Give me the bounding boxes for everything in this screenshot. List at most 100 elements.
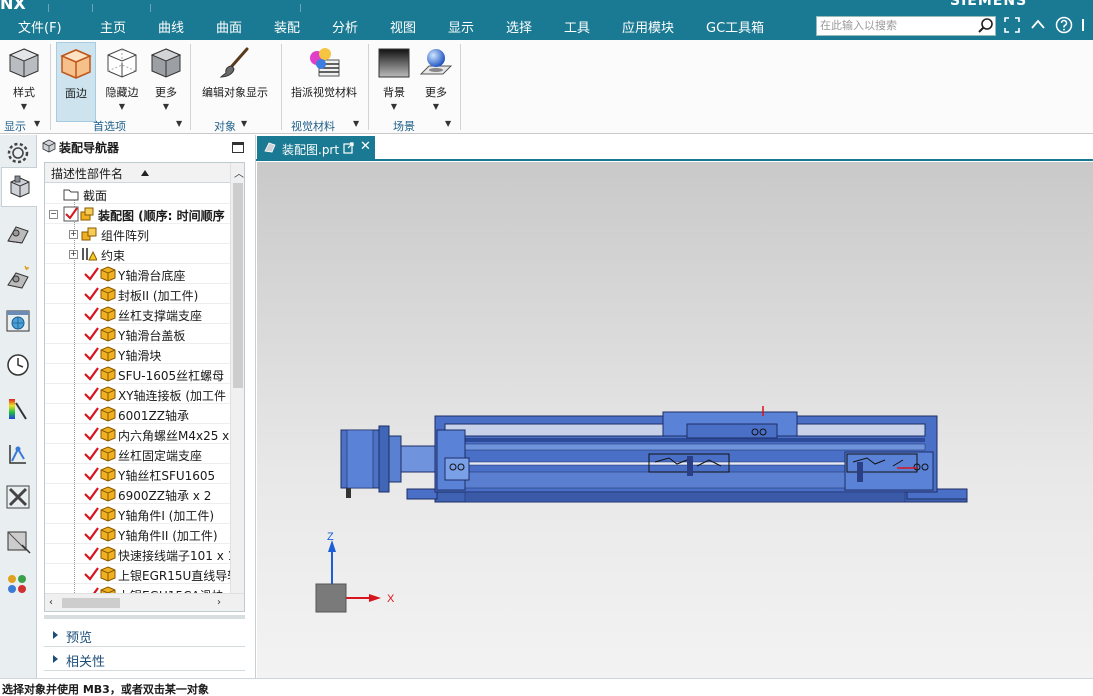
tree-row-part[interactable]: 丝杠支撑端支座 — [45, 304, 230, 324]
scrollbar-thumb[interactable] — [62, 598, 120, 608]
tab-select[interactable]: 选择 — [506, 17, 532, 36]
tree-row-part[interactable]: SFU-1605丝杠螺母 — [45, 364, 230, 384]
constraint-navigator-icon[interactable] — [4, 219, 32, 247]
tab-display[interactable]: 显示 — [441, 17, 481, 42]
checkmark-icon[interactable] — [83, 386, 99, 402]
shaded-with-edges-button[interactable]: 面边 — [56, 42, 96, 122]
group-dropdown-icon[interactable]: ▼ — [176, 119, 182, 128]
tree-row-part[interactable]: 快速接线端子101 x 1 — [45, 544, 230, 564]
checkmark-icon[interactable] — [83, 566, 99, 582]
tab-applications[interactable]: 应用模块 — [622, 17, 674, 36]
collapse-icon[interactable]: − — [49, 210, 58, 219]
scroll-right-icon[interactable]: › — [217, 597, 221, 608]
part-navigator-icon[interactable] — [4, 263, 32, 291]
tree-row-part[interactable]: 丝杠固定端支座 — [45, 444, 230, 464]
vertical-scrollbar[interactable]: ︿ — [230, 163, 244, 593]
tree-row-constraint[interactable]: + 约束 — [45, 244, 230, 264]
checkmark-icon[interactable] — [83, 366, 99, 382]
history-clock-icon[interactable] — [4, 351, 32, 379]
panel-toggle-icon[interactable] — [1080, 16, 1092, 34]
fullscreen-icon[interactable] — [1003, 16, 1021, 34]
tab-analysis[interactable]: 分析 — [332, 17, 358, 36]
checkmark-icon[interactable] — [83, 526, 99, 542]
checkmark-icon[interactable] — [83, 306, 99, 322]
assign-visual-material-button[interactable]: 指派视觉材料 — [287, 42, 361, 122]
tab-curve[interactable]: 曲线 — [158, 17, 184, 36]
checkmark-icon[interactable] — [83, 406, 99, 422]
graphics-window[interactable]: Z X — [257, 162, 1093, 678]
chevron-up-icon[interactable] — [1029, 16, 1047, 34]
menu-file[interactable]: 文件(F) — [18, 17, 62, 36]
tree-row-part[interactable]: Y轴滑台盖板 — [45, 324, 230, 344]
web-browser-icon[interactable] — [4, 307, 32, 335]
edit-object-display-button[interactable]: 编辑对象显示 — [196, 42, 274, 122]
document-tab[interactable]: 装配图.prt ✕ — [257, 136, 375, 160]
checkmark-icon[interactable] — [83, 326, 99, 342]
tree-row-part[interactable]: Y轴角件II (加工件) — [45, 524, 230, 544]
horizontal-scrollbar[interactable]: ‹ › — [45, 593, 244, 611]
checkmark-icon[interactable] — [83, 546, 99, 562]
drawing-sheet-icon[interactable] — [4, 527, 32, 555]
help-icon[interactable] — [1055, 16, 1073, 34]
checkmark-icon[interactable] — [83, 466, 99, 482]
tree-row-part[interactable]: 封板II (加工件) — [45, 284, 230, 304]
maximize-icon[interactable] — [232, 142, 244, 153]
roles-navigator-icon[interactable] — [4, 439, 32, 467]
tab-gc-toolbox[interactable]: GC工具箱 — [706, 17, 764, 36]
tree-row-part[interactable]: Y轴滑台底座 — [45, 264, 230, 284]
tree-row-part[interactable]: XY轴连接板 (加工件 — [45, 384, 230, 404]
search-icon[interactable] — [977, 17, 994, 34]
tab-tools[interactable]: 工具 — [564, 17, 590, 36]
tab-home[interactable]: 主页 — [100, 17, 126, 36]
tab-view[interactable]: 视图 — [390, 17, 416, 36]
tree-row-part[interactable]: 内六角螺丝M4x25 x — [45, 424, 230, 444]
popout-icon[interactable] — [343, 142, 354, 154]
background-button[interactable]: 背景 ▼ — [374, 42, 414, 122]
view-triad[interactable]: Z X — [257, 162, 1093, 678]
checkmark-icon[interactable] — [83, 286, 99, 302]
gear-icon[interactable] — [4, 139, 32, 167]
panel-splitter[interactable] — [44, 615, 245, 619]
material-library-icon[interactable] — [4, 571, 32, 599]
expand-icon[interactable]: + — [69, 230, 78, 239]
checkmark-icon[interactable] — [83, 346, 99, 362]
column-header[interactable]: 描述性部件名 — [45, 163, 230, 183]
group-dropdown-icon[interactable]: ▼ — [241, 119, 247, 128]
tab-assembly[interactable]: 装配 — [274, 17, 300, 36]
checkmark-icon[interactable] — [83, 266, 99, 282]
scroll-up-icon[interactable]: ︿ — [234, 165, 244, 180]
checkmark-icon[interactable] — [83, 486, 99, 502]
tree-row-root[interactable]: − 装配图 (顺序: 时间顺序 — [45, 204, 230, 224]
close-icon[interactable]: ✕ — [360, 139, 371, 154]
group-dropdown-icon[interactable]: ▼ — [445, 119, 451, 128]
more-scene-button[interactable]: 更多 ▼ — [416, 42, 456, 122]
checkmark-icon[interactable] — [83, 446, 99, 462]
tree-row-part[interactable]: Y轴丝杠SFU1605 — [45, 464, 230, 484]
group-dropdown-icon[interactable]: ▼ — [34, 119, 40, 128]
palette-navigator-icon[interactable] — [4, 395, 32, 423]
tree-row-folder[interactable]: + 组件阵列 — [45, 224, 230, 244]
assembly-navigator-tab[interactable] — [1, 167, 37, 207]
dependencies-section[interactable]: 相关性 — [44, 647, 245, 671]
hidden-edges-button[interactable]: 隐藏边 ▼ — [100, 42, 144, 122]
scroll-left-icon[interactable]: ‹ — [49, 597, 53, 608]
scrollbar-thumb[interactable] — [233, 183, 243, 388]
tree-row-part[interactable]: 上银EGR15U直线导轨 — [45, 564, 230, 584]
tree-row-section[interactable]: 截面 — [45, 184, 230, 204]
part-cube-icon — [100, 546, 116, 562]
tree-row-part[interactable]: Y轴角件I (加工件) — [45, 504, 230, 524]
tools-wrench-icon[interactable] — [4, 483, 32, 511]
tree-row-part[interactable]: 6001ZZ轴承 — [45, 404, 230, 424]
more-preferences-button[interactable]: 更多 ▼ — [146, 42, 186, 122]
checkbox-checked-icon[interactable] — [63, 206, 79, 222]
search-input[interactable] — [816, 16, 996, 36]
checkmark-icon[interactable] — [83, 426, 99, 442]
tree-row-part[interactable]: Y轴滑块 — [45, 344, 230, 364]
tab-surface[interactable]: 曲面 — [216, 17, 242, 36]
group-dropdown-icon[interactable]: ▼ — [353, 119, 359, 128]
preview-section[interactable]: 预览 — [44, 623, 245, 647]
style-button[interactable]: 样式 ▼ — [2, 42, 46, 122]
checkmark-icon[interactable] — [83, 506, 99, 522]
expand-icon[interactable]: + — [69, 250, 78, 259]
tree-row-part[interactable]: 6900ZZ轴承 x 2 — [45, 484, 230, 504]
